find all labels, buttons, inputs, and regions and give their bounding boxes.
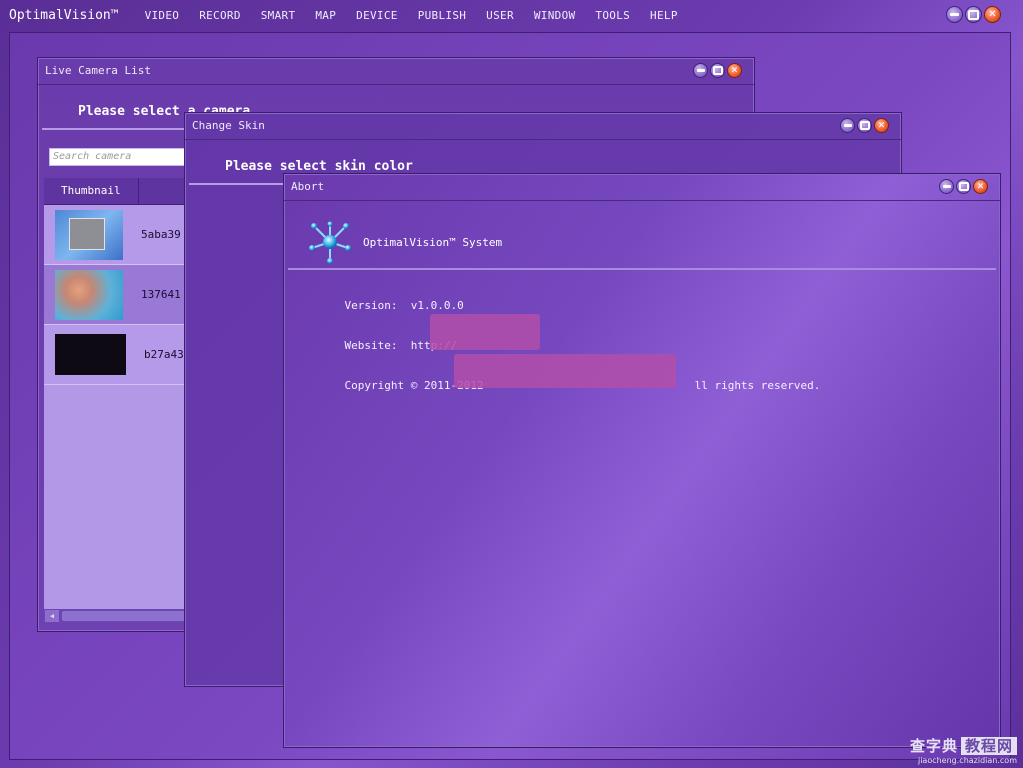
camera-window-title: Live Camera List [45,64,151,77]
about-divider [288,268,996,270]
scroll-left-arrow-icon[interactable]: ◀ [45,610,59,622]
camera-thumbnail [55,334,126,375]
close-icon: ✕ [976,181,985,192]
camera-close-button[interactable]: ✕ [727,63,742,78]
maximize-icon [859,121,870,130]
menu-smart[interactable]: SMART [251,9,306,22]
version-value: v1.0.0.0 [410,299,464,312]
camera-id: 5aba39 [141,228,181,241]
maximize-icon [968,9,979,20]
menu-publish[interactable]: PUBLISH [408,9,476,22]
skin-window-controls: ✕ [840,118,889,133]
about-window-controls: ✕ [939,179,988,194]
atom-logo-icon [309,221,351,264]
skin-maximize-button[interactable] [857,118,872,133]
menu-map[interactable]: MAP [305,9,346,22]
camera-minimize-button[interactable] [693,63,708,78]
column-thumbnail[interactable]: Thumbnail [44,178,139,204]
skin-close-button[interactable]: ✕ [874,118,889,133]
app-window-controls: ✕ [946,6,1001,23]
close-icon: ✕ [730,65,739,76]
about-maximize-button[interactable] [956,179,971,194]
menu-window[interactable]: WINDOW [524,9,586,22]
menu-video[interactable]: VIDEO [135,9,190,22]
about-minimize-button[interactable] [939,179,954,194]
skin-window-titlebar[interactable]: Change Skin [185,113,901,140]
about-close-button[interactable]: ✕ [973,179,988,194]
copyright-suffix: ll rights reserved. [694,379,821,392]
menu-record[interactable]: RECORD [189,9,251,22]
watermark-main: 查字典 [909,737,958,755]
app-maximize-button[interactable] [965,6,982,23]
camera-id: b27a43 [144,348,184,361]
menu-tools[interactable]: TOOLS [585,9,640,22]
menu-help[interactable]: HELP [640,9,688,22]
watermark-url: jiaocheng.chazidian.com [917,756,1017,765]
redaction-mark [430,314,540,350]
redaction-mark [454,354,676,388]
app-title: OptimalVision™ [9,7,119,23]
camera-thumbnail [55,209,123,260]
skin-minimize-button[interactable] [840,118,855,133]
close-icon: ✕ [988,9,997,20]
app-close-button[interactable]: ✕ [984,6,1001,23]
camera-id: 137641 [141,288,181,301]
maximize-icon [958,182,969,191]
watermark: 查字典 教程网 jiaocheng.chazidian.com [910,735,1017,765]
website-label: Website: [344,339,398,352]
close-icon: ✕ [877,120,886,131]
maximize-icon [712,66,723,75]
camera-thumbnail [55,269,123,320]
minimize-icon [950,13,959,16]
product-name: OptimalVision™ System [363,236,503,249]
about-window-titlebar[interactable]: Abort [284,174,1000,201]
menu-device[interactable]: DEVICE [346,9,408,22]
about-window: Abort ✕ OptimalVision™ System Version: v… [283,173,1001,748]
minimize-icon [696,69,705,72]
minimize-icon [942,185,951,188]
minimize-icon [843,124,852,127]
camera-maximize-button[interactable] [710,63,725,78]
skin-window-title: Change Skin [192,119,265,132]
version-label: Version: [344,299,398,312]
skin-heading: Please select skin color [225,159,413,174]
app-minimize-button[interactable] [946,6,963,23]
menu-bar: OptimalVision™ VIDEO RECORD SMART MAP DE… [0,0,1023,30]
watermark-boxed: 教程网 [960,737,1017,755]
menu-user[interactable]: USER [476,9,524,22]
camera-window-titlebar[interactable]: Live Camera List [38,58,754,85]
about-window-title: Abort [291,180,325,193]
camera-window-controls: ✕ [693,63,742,78]
